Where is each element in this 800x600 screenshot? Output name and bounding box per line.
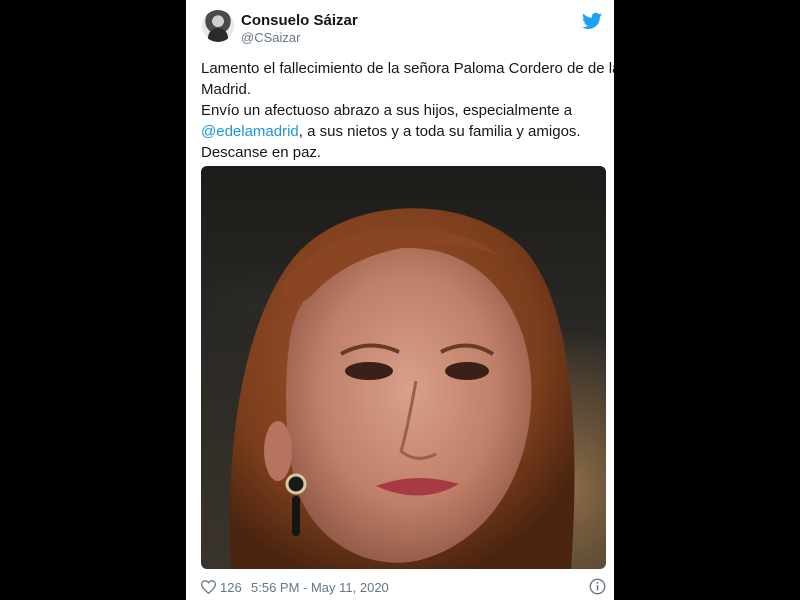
info-icon[interactable]	[589, 578, 606, 595]
avatar[interactable]	[202, 10, 234, 42]
tweet-line-continuation: , a sus nietos y a toda su familia y ami…	[298, 123, 581, 140]
twitter-bird-icon[interactable]	[582, 12, 602, 30]
tweet-line: Envío un afectuoso abrazo a sus hijos, e…	[201, 102, 573, 119]
like-count: 126	[220, 580, 242, 595]
tweet-photo[interactable]	[201, 166, 606, 569]
author-display-name[interactable]: Consuelo Sáizar	[241, 12, 358, 29]
tweet-timestamp[interactable]: 5:56 PM - May 11, 2020	[251, 580, 389, 595]
heart-icon[interactable]	[201, 580, 216, 594]
tweet-text: Lamento el fallecimiento de la señora Pa…	[201, 58, 614, 163]
tweet-card: Consuelo Sáizar @CSaizar Lamento el fall…	[186, 0, 614, 600]
tweet-line: Madrid.	[201, 81, 252, 98]
tweet-line: Descanse en paz.	[201, 144, 322, 161]
portrait-illustration	[229, 208, 575, 569]
author-handle[interactable]: @CSaizar	[241, 30, 300, 45]
tweet-line: Lamento el fallecimiento de la señora Pa…	[201, 60, 614, 77]
mention-link[interactable]: @edelamadrid	[201, 123, 299, 140]
tweet-line: @edelamadrid, a sus nietos y a toda su f…	[201, 121, 606, 142]
tweet-footer: 126 5:56 PM - May 11, 2020	[201, 578, 606, 598]
